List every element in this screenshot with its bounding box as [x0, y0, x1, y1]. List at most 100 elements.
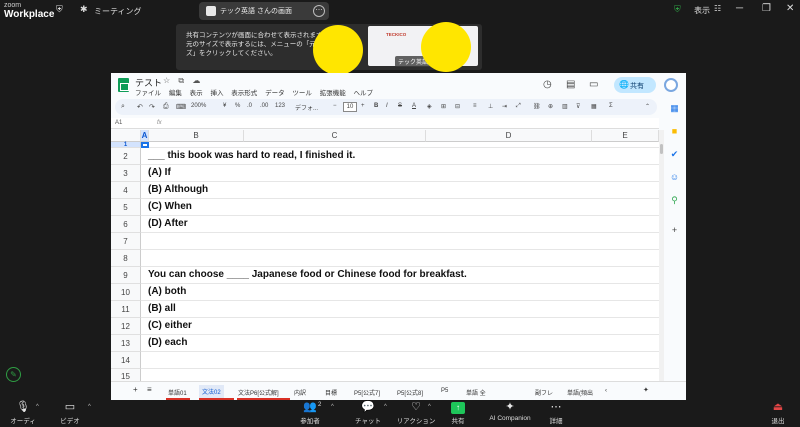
cell-b12[interactable]: (C) either — [148, 320, 192, 331]
font-size-decrease-button[interactable]: − — [333, 103, 337, 109]
row-header[interactable]: 6 — [111, 216, 141, 233]
sheet-tab[interactable]: P5[公式8] — [397, 388, 423, 397]
text-wrap-icon[interactable]: ⇥ — [502, 103, 507, 110]
minimize-icon[interactable]: ─ — [736, 3, 743, 14]
row-header[interactable]: 12 — [111, 318, 141, 335]
menu-insert[interactable]: 挿入 — [210, 90, 223, 97]
table-row[interactable] — [141, 216, 659, 233]
sheet-tab[interactable]: 内訳 — [294, 388, 306, 397]
column-header-c[interactable]: C — [244, 130, 426, 142]
audio-button[interactable]: 🎙 オーディオ — [8, 400, 38, 427]
maps-icon[interactable]: ⚲ — [669, 195, 680, 206]
row-header[interactable]: 8 — [111, 250, 141, 267]
calendar-icon[interactable]: ▦ — [669, 103, 680, 114]
cell-b6[interactable]: (D) After — [148, 218, 188, 229]
sheet-tab[interactable]: 文法P6[公式解] — [238, 388, 279, 397]
row-header[interactable]: 14 — [111, 352, 141, 369]
row-header[interactable]: 9 — [111, 267, 141, 284]
sheet-tab[interactable]: 単語01 — [168, 388, 187, 397]
view-grid-icon[interactable]: ☷ — [714, 4, 721, 13]
ai-companion-button[interactable]: ✦ AI Companion — [486, 400, 534, 422]
search-menus-icon[interactable]: ⌕ — [121, 103, 125, 111]
column-header-b[interactable]: B — [149, 130, 244, 142]
text-color-icon[interactable]: A — [412, 103, 416, 109]
sheet-tab[interactable]: P5[公式7] — [354, 388, 380, 397]
zoom-select[interactable]: 200% — [191, 103, 206, 109]
table-row[interactable] — [141, 165, 659, 182]
share-button[interactable]: 🌐 共有 — [614, 77, 656, 93]
vertical-align-icon[interactable]: ⊥ — [488, 103, 493, 110]
table-row[interactable] — [141, 352, 659, 369]
all-sheets-icon[interactable]: ≡ — [147, 385, 152, 394]
font-size-input[interactable]: 10 — [343, 102, 357, 112]
share-screen-button[interactable]: ↑ 共有 — [446, 402, 470, 425]
row-header[interactable]: 13 — [111, 335, 141, 352]
percent-format-button[interactable]: % — [235, 103, 240, 109]
sheet-tab[interactable]: P5 — [441, 388, 448, 394]
merge-cells-icon[interactable]: ⊟ — [455, 103, 460, 110]
paint-format-icon[interactable]: ⌨ — [176, 103, 186, 111]
italic-button[interactable]: I — [386, 103, 388, 109]
number-format-button[interactable]: 123 — [275, 103, 285, 109]
more-button[interactable]: ⋯ 詳細 — [542, 400, 570, 425]
scrollbar-thumb[interactable] — [660, 144, 663, 154]
cell-b5[interactable]: (C) When — [148, 201, 192, 212]
insert-comment-icon[interactable]: ⊕ — [548, 103, 553, 110]
increase-decimal-button[interactable]: .00 — [260, 103, 268, 109]
sheet-tab[interactable]: 副フレ — [535, 388, 553, 397]
leave-button[interactable]: ⏏ 退出 — [766, 400, 790, 425]
cell-grid[interactable]: A B C D E 1 2 ___ this book was hard to … — [111, 130, 659, 385]
sheet-tab[interactable]: 単語(頻出 — [567, 388, 593, 397]
row-header[interactable]: 2 — [111, 148, 141, 165]
row-header[interactable]: 4 — [111, 182, 141, 199]
avatar[interactable] — [664, 78, 678, 92]
column-header-e[interactable]: E — [592, 130, 659, 142]
menu-edit[interactable]: 編集 — [169, 90, 182, 97]
currency-format-button[interactable]: ¥ — [223, 103, 226, 109]
comments-icon[interactable]: ▤ — [566, 79, 575, 90]
fill-color-icon[interactable]: ◈ — [427, 103, 432, 110]
table-row[interactable] — [141, 318, 659, 335]
row-header[interactable]: 11 — [111, 301, 141, 318]
cell-b10[interactable]: (A) both — [148, 286, 186, 297]
horizontal-align-icon[interactable]: ≡ — [473, 103, 477, 109]
cell-b2[interactable]: ___ this book was hard to read, I finish… — [148, 150, 355, 161]
cell-b11[interactable]: (B) all — [148, 303, 176, 314]
strikethrough-icon[interactable]: S — [398, 103, 402, 109]
star-move-cloud-icons[interactable]: ☆ ⧉ ☁ — [163, 76, 203, 86]
participants-options-chevron-icon[interactable]: ^ — [331, 404, 334, 410]
annotate-pencil-icon[interactable]: ✎ — [6, 367, 21, 382]
table-row[interactable] — [141, 233, 659, 250]
filter-views-icon[interactable]: ▦ — [591, 103, 597, 110]
row-header[interactable]: 10 — [111, 284, 141, 301]
table-row[interactable] — [141, 335, 659, 352]
close-icon[interactable]: ✕ — [786, 3, 794, 14]
insert-link-icon[interactable]: ⛓ — [533, 103, 541, 110]
table-row[interactable] — [141, 301, 659, 318]
column-header-d[interactable]: D — [426, 130, 592, 142]
collapse-toolbar-icon[interactable]: ⌃ — [645, 103, 650, 110]
insert-chart-icon[interactable]: ▥ — [562, 103, 568, 110]
history-icon[interactable]: ◷ — [543, 79, 552, 90]
undo-icon[interactable]: ↶ — [137, 103, 143, 111]
table-row[interactable] — [141, 250, 659, 267]
redo-icon[interactable]: ↷ — [149, 103, 155, 111]
text-rotate-icon[interactable]: ⤢ — [516, 103, 521, 110]
bold-button[interactable]: B — [374, 103, 378, 109]
video-options-chevron-icon[interactable]: ^ — [88, 404, 91, 410]
participants-grid-icon[interactable]: ✱ — [80, 4, 88, 15]
table-row[interactable] — [141, 284, 659, 301]
keep-icon[interactable]: ■ — [669, 126, 680, 137]
encryption-shield-icon[interactable]: ⛨ — [674, 4, 681, 15]
explore-icon[interactable]: ✦ — [643, 386, 649, 394]
screen-share-chip[interactable]: テック英語 さんの画面 ⋯ — [199, 2, 329, 20]
participants-button[interactable]: 👥 参加者 — [293, 400, 327, 425]
borders-icon[interactable]: ⊞ — [441, 103, 446, 110]
row-header[interactable]: 7 — [111, 233, 141, 250]
reactions-options-chevron-icon[interactable]: ^ — [428, 404, 431, 410]
cell-b13[interactable]: (D) each — [148, 337, 187, 348]
menu-data[interactable]: データ — [265, 90, 285, 97]
meet-video-icon[interactable]: ▭ — [589, 79, 598, 90]
filter-icon[interactable]: ⊽ — [576, 103, 580, 110]
more-options-icon[interactable]: ⋯ — [313, 5, 325, 17]
